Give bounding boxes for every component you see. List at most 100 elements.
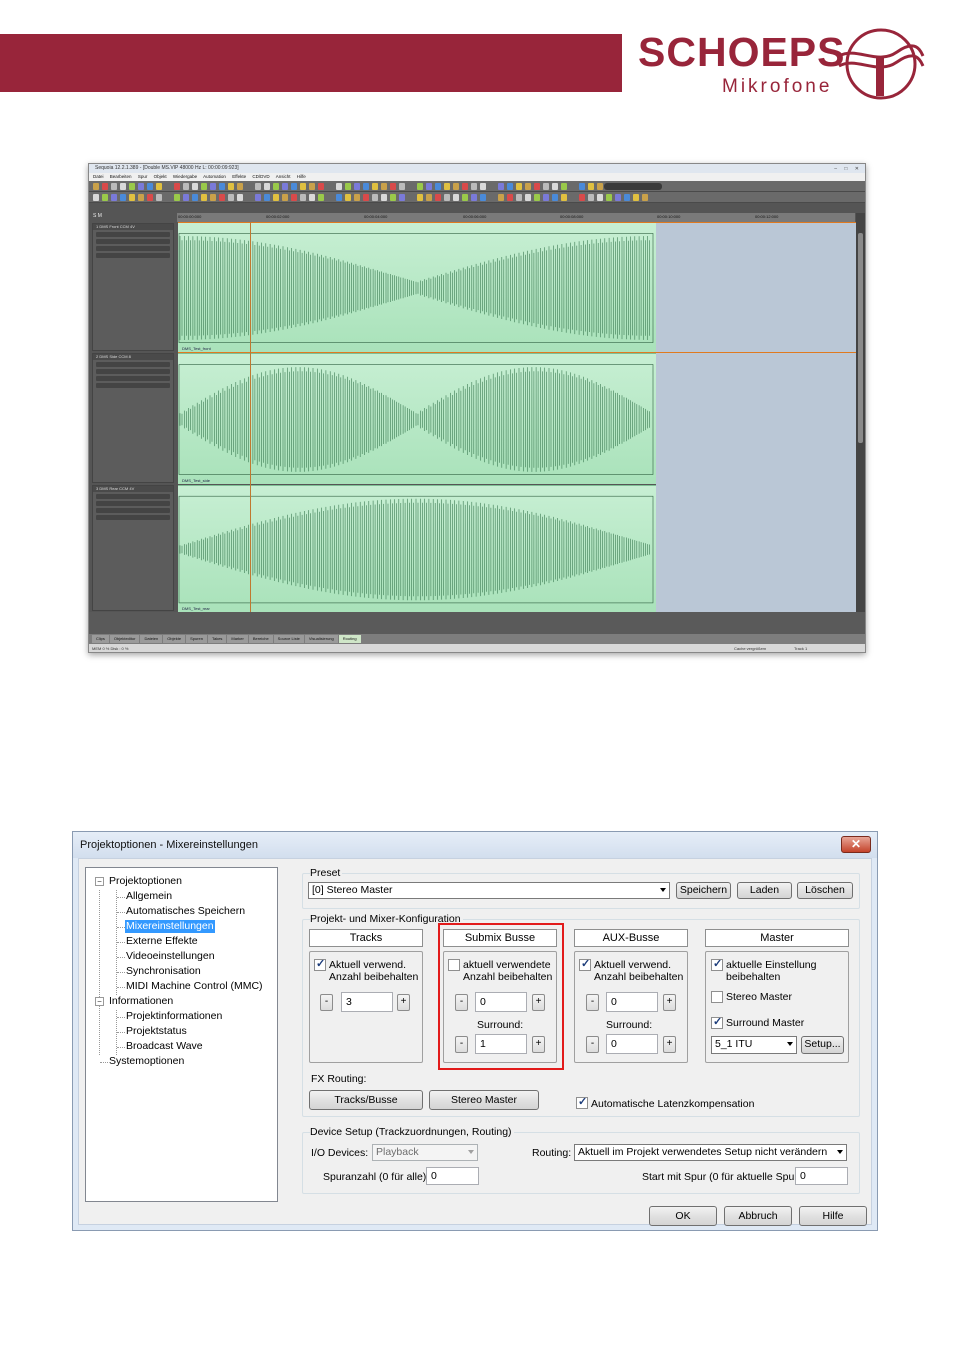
toolbar-icon[interactable] <box>354 194 360 201</box>
toolbar-icon[interactable] <box>606 194 612 201</box>
toolbar-icon[interactable] <box>525 194 531 201</box>
surround-master-checkbox[interactable] <box>711 1015 723 1029</box>
toolbar-icon[interactable] <box>561 194 567 201</box>
vertical-scrollbar[interactable] <box>856 213 865 613</box>
toolbar-icon[interactable] <box>291 183 297 190</box>
menu-datei[interactable]: Datei <box>93 174 104 179</box>
aux-surround-minus-button[interactable]: - <box>586 1036 599 1053</box>
toolbar-icon[interactable] <box>111 183 117 190</box>
track-header-3[interactable]: 3 DMS Rear CCM 4V <box>92 485 174 611</box>
tab-routing[interactable]: Routing <box>338 635 361 643</box>
toolbar-icon[interactable] <box>435 183 441 190</box>
toolbar-icon[interactable] <box>390 183 396 190</box>
toolbar-icon[interactable] <box>453 194 459 201</box>
toolbar-icon[interactable] <box>129 194 135 201</box>
tree-projektinformationen[interactable]: Projektinformationen <box>126 1010 222 1023</box>
toolbar-icon[interactable] <box>570 194 576 201</box>
latency-comp-checkbox[interactable] <box>576 1095 588 1109</box>
toolbar-icon[interactable] <box>120 194 126 201</box>
toolbar-icon[interactable] <box>570 183 576 190</box>
toolbar-icon[interactable] <box>516 183 522 190</box>
aux-keep-checkbox[interactable] <box>579 957 591 971</box>
toolbar-icon[interactable] <box>327 183 333 190</box>
toolbar-icon[interactable] <box>273 194 279 201</box>
toolbar-icon[interactable] <box>543 183 549 190</box>
aux-minus-button[interactable]: - <box>586 994 599 1011</box>
tree-synchronisation[interactable]: Synchronisation <box>126 965 201 978</box>
toolbar-icon[interactable] <box>156 183 162 190</box>
toolbar-icon[interactable] <box>183 183 189 190</box>
toolbar-icon[interactable] <box>444 194 450 201</box>
help-button[interactable]: Hilfe <box>799 1206 867 1226</box>
menu-wiedergabe[interactable]: Wiedergabe <box>173 174 197 179</box>
toolbar-icon[interactable] <box>273 183 279 190</box>
menu-effekte[interactable]: Effekte <box>232 174 246 179</box>
toolbar-icon[interactable] <box>444 183 450 190</box>
toolbar-icon[interactable] <box>354 183 360 190</box>
toolbar-icon[interactable] <box>471 183 477 190</box>
toolbar-icon[interactable] <box>282 194 288 201</box>
toolbar-icon[interactable] <box>210 183 216 190</box>
toolbar-icon[interactable] <box>372 194 378 201</box>
toolbar-icon[interactable] <box>390 194 396 201</box>
tree-projektstatus[interactable]: Projektstatus <box>126 1025 187 1038</box>
tree-projektoptionen[interactable]: Projektoptionen <box>109 875 182 888</box>
toolbar-icon[interactable] <box>210 194 216 201</box>
tracks-minus-button[interactable]: - <box>320 994 333 1011</box>
toolbar-icon[interactable] <box>381 194 387 201</box>
toolbar-icon[interactable] <box>498 183 504 190</box>
toolbar-icon[interactable] <box>327 194 333 201</box>
toolbar-icon[interactable] <box>129 183 135 190</box>
toolbar-icon[interactable] <box>498 194 504 201</box>
tree-automatisches-speichern[interactable]: Automatisches Speichern <box>126 905 245 918</box>
toolbar-icon[interactable] <box>462 194 468 201</box>
tree-externe-effekte[interactable]: Externe Effekte <box>126 935 198 948</box>
toolbar-icon[interactable] <box>534 194 540 201</box>
tab-clips[interactable]: Clips <box>92 635 109 643</box>
toolbar-icon[interactable] <box>147 194 153 201</box>
toolbar-icon[interactable] <box>426 194 432 201</box>
tracks-count-input[interactable]: 3 <box>341 992 393 1012</box>
menu-spur[interactable]: Spur <box>138 174 148 179</box>
toolbar-icon[interactable] <box>408 194 414 201</box>
toolbar-icon[interactable] <box>183 194 189 201</box>
toolbar-icon[interactable] <box>192 194 198 201</box>
tree-informationen[interactable]: Informationen <box>109 995 173 1008</box>
tab-marker[interactable]: Marker <box>227 635 248 643</box>
surround-format-select[interactable]: 5_1 ITU <box>711 1036 797 1054</box>
toolbar-icon[interactable] <box>300 183 306 190</box>
toolbar-icon[interactable] <box>300 194 306 201</box>
tree-broadcast-wave[interactable]: Broadcast Wave <box>126 1040 203 1053</box>
tab-source-liste[interactable]: Source Liste <box>273 635 304 643</box>
toolbar-icon[interactable] <box>561 183 567 190</box>
toolbar-icon[interactable] <box>543 194 549 201</box>
tracks-busse-button[interactable]: Tracks/Busse <box>309 1090 423 1110</box>
tree-mixereinstellungen[interactable]: Mixereinstellungen <box>125 920 215 933</box>
toolbar-icon[interactable] <box>138 183 144 190</box>
toolbar-icon[interactable] <box>174 183 180 190</box>
toolbar-icon[interactable] <box>246 183 252 190</box>
toolbar-icon[interactable] <box>336 194 342 201</box>
toolbar-2-icons[interactable] <box>93 194 673 201</box>
tree-midi-machine-control[interactable]: MIDI Machine Control (MMC) <box>126 980 263 993</box>
aux-surround-plus-button[interactable]: + <box>663 1036 676 1053</box>
tab-objekte[interactable]: Objekte <box>163 635 186 643</box>
toolbar-icon[interactable] <box>642 194 648 201</box>
toolbar-icon[interactable] <box>264 183 270 190</box>
toolbar-icon[interactable] <box>345 183 351 190</box>
toolbar-icon[interactable] <box>120 183 126 190</box>
toolbar-icon[interactable] <box>489 194 495 201</box>
toolbar-icon[interactable] <box>588 194 594 201</box>
toolbar-icon[interactable] <box>93 183 99 190</box>
toolbar-icon[interactable] <box>102 183 108 190</box>
toolbar-icon[interactable] <box>111 194 117 201</box>
toolbar-icon[interactable] <box>336 183 342 190</box>
toolbar-icon[interactable] <box>417 183 423 190</box>
toolbar-icon[interactable] <box>372 183 378 190</box>
setup-button[interactable]: Setup... <box>801 1036 844 1054</box>
toolbar-icon[interactable] <box>237 194 243 201</box>
save-preset-button[interactable]: Speichern <box>676 882 731 899</box>
menu-bearbeiten[interactable]: Bearbeiten <box>110 174 132 179</box>
aux-count-input[interactable]: 0 <box>606 992 658 1012</box>
toolbar-icon[interactable] <box>156 194 162 201</box>
